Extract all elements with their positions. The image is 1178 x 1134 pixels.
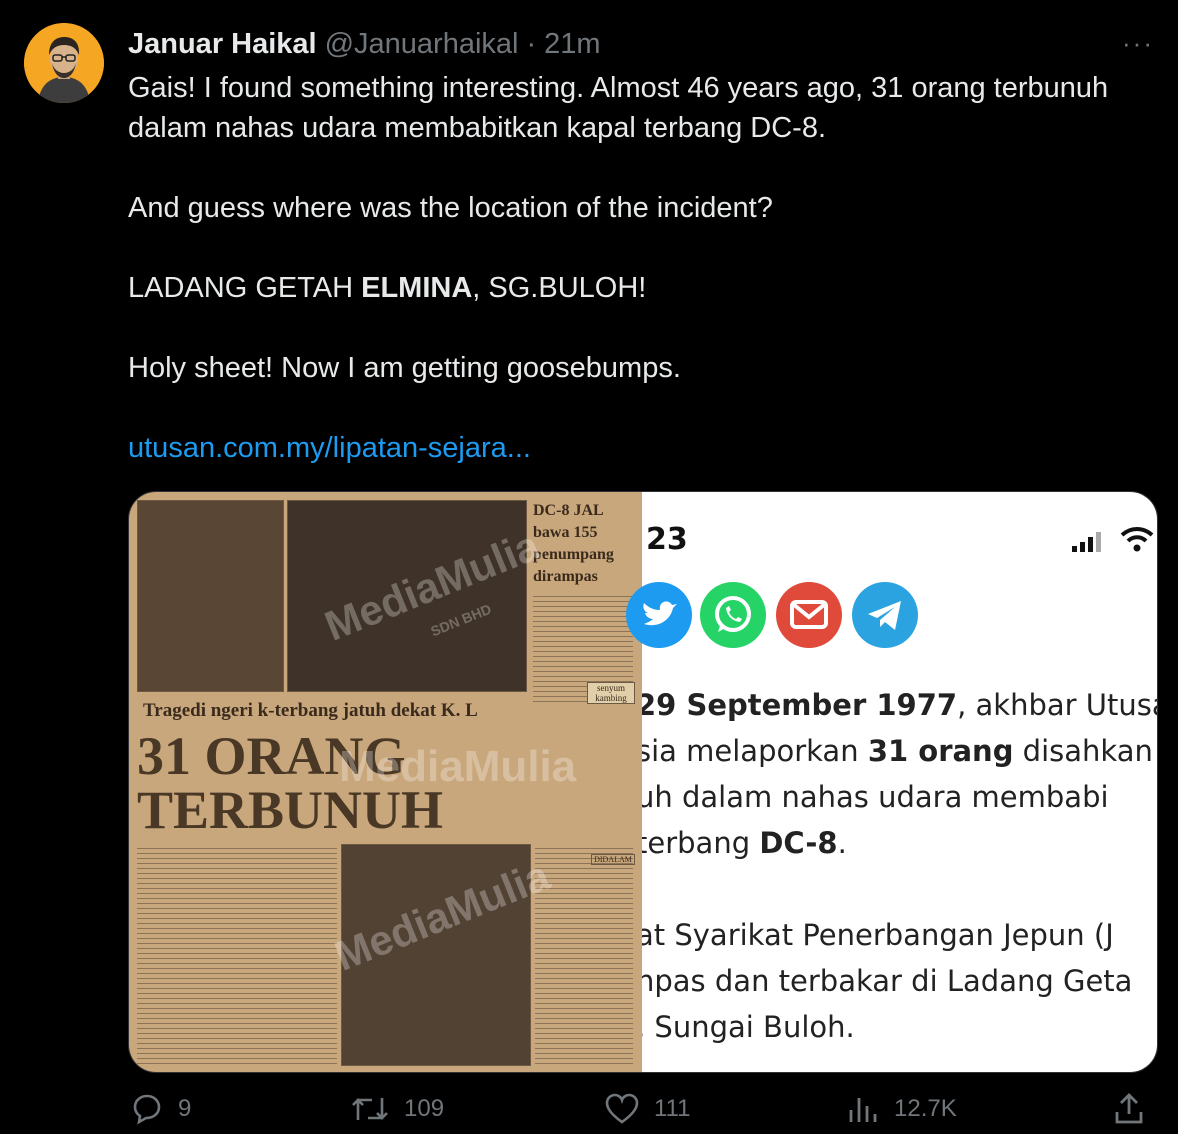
article-line-4: terbang DC-8. — [642, 820, 847, 866]
reply-icon — [133, 1094, 161, 1125]
article-aircraft: DC-8 — [759, 826, 838, 860]
phone-screenshot-image: 23 29 September 1977, akhbar Utus sia me… — [626, 492, 1157, 1072]
views-count: 12.7K — [894, 1095, 957, 1122]
article-line-1: 29 September 1977, akhbar Utusan — [642, 682, 1157, 728]
news-side-text — [535, 844, 633, 1064]
article-line-2-pre: sia melaporkan — [642, 734, 868, 768]
twitter-icon — [626, 582, 692, 648]
article-line-3: uh dalam nahas udara membabi — [642, 780, 1109, 814]
watermark-2: MediaMulia — [339, 742, 577, 791]
article-line-7: , Sungai Buloh. — [642, 1010, 855, 1044]
tweet-action-bar: 9 109 111 12.7K — [0, 1092, 1178, 1134]
retweet-icon — [352, 1098, 388, 1120]
tweet-header: Januar Haikal @Januarhaikal · 21m — [128, 24, 601, 64]
avatar-portrait — [24, 23, 104, 103]
tweet-paragraph-reaction: Holy sheet! Now I am getting goosebumps. — [128, 352, 681, 384]
article-line-4-pre: terbang — [642, 826, 760, 860]
retweet-count: 109 — [404, 1095, 445, 1122]
news-body-text — [137, 844, 337, 1064]
heart-icon — [605, 1093, 639, 1124]
tweet-timestamp[interactable]: 21m — [544, 28, 600, 61]
article-line-2: sia melaporkan 31 orang disahkan — [642, 728, 1153, 774]
reply-count: 9 — [178, 1095, 192, 1122]
tweet-paragraph-location: LADANG GETAH ELMINA, SG.BULOH! — [128, 268, 1138, 308]
tweet-paragraph-question: And guess where was the location of the … — [128, 192, 773, 224]
article-line-6: npas dan terbakar di Ladang Geta — [642, 964, 1133, 998]
news-box-2: DIDALAM — [591, 854, 635, 865]
wifi-icon — [1120, 526, 1154, 558]
views-icon — [849, 1098, 877, 1122]
avatar[interactable] — [24, 23, 104, 103]
article-date: 29 September 1977 — [642, 688, 958, 722]
tweet-body: Gais! I found something interesting. Alm… — [128, 68, 1138, 468]
tweet-paragraph-intro: Gais! I found something interesting. Alm… — [128, 72, 1109, 144]
share-icon — [1115, 1093, 1143, 1124]
tweet-media[interactable]: DC-8 JAL bawa 155 penumpang dirampas Tra… — [128, 491, 1158, 1073]
newspaper-clipping-image: DC-8 JAL bawa 155 penumpang dirampas Tra… — [129, 492, 642, 1072]
email-icon — [776, 582, 842, 648]
location-suffix: , SG.BULOH! — [472, 272, 647, 304]
like-count: 111 — [654, 1095, 691, 1122]
more-options-icon[interactable]: ··· — [1118, 28, 1158, 58]
author-handle[interactable]: @Januarhaikal — [325, 28, 519, 61]
signal-icon — [1070, 530, 1110, 558]
like-button[interactable]: 111 — [604, 1092, 690, 1126]
article-victims: 31 orang — [867, 734, 1014, 768]
author-name[interactable]: Januar Haikal — [128, 28, 317, 61]
article-line-1-rest: , akhbar Utusan — [957, 688, 1157, 722]
article-excerpt: 29 September 1977, akhbar Utusan sia mel… — [642, 672, 1157, 1052]
location-bold: ELMINA — [361, 272, 473, 304]
phone-status-time: 23 — [646, 522, 688, 557]
location-prefix: LADANG GETAH — [128, 272, 362, 304]
article-line-5: at Syarikat Penerbangan Jepun (J — [642, 918, 1114, 952]
telegram-icon — [852, 582, 918, 648]
reply-button[interactable]: 9 — [130, 1092, 191, 1126]
article-line-2-rest: disahkan — [1013, 734, 1153, 768]
meta-separator: · — [526, 27, 537, 60]
news-strap: Tragedi ngeri k-terbang jatuh dekat K. L — [143, 700, 478, 721]
retweet-button[interactable]: 109 — [350, 1092, 444, 1126]
views-button[interactable]: 12.7K — [846, 1092, 957, 1126]
article-link[interactable]: utusan.com.my/lipatan-sejara... — [128, 432, 531, 464]
whatsapp-icon — [700, 582, 766, 648]
news-box-1: senyum kambing — [587, 682, 635, 704]
article-line-4-rest: . — [837, 826, 847, 860]
news-photo-left — [137, 500, 284, 692]
news-sidebar-headline: DC-8 JAL bawa 155 penumpang dirampas — [533, 502, 614, 585]
share-button[interactable] — [1112, 1092, 1160, 1126]
